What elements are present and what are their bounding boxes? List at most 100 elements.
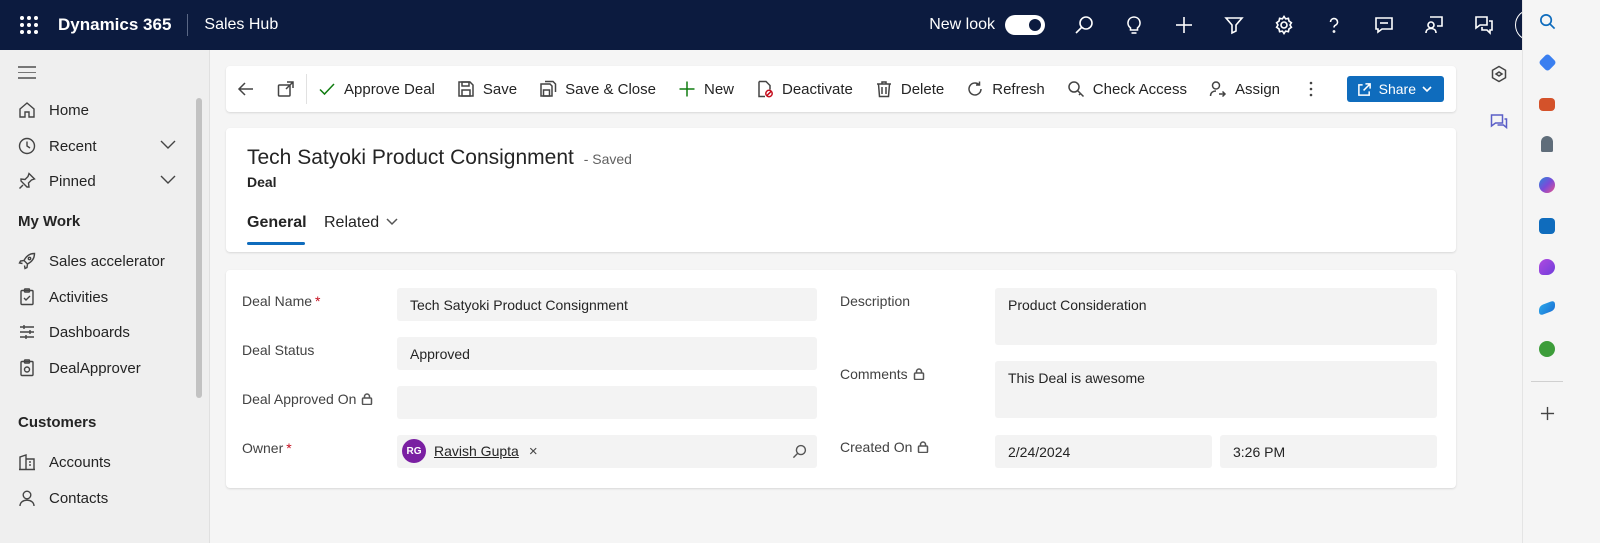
search-button[interactable]	[1059, 0, 1109, 50]
record-title-text: Tech Satyoki Product Consignment	[247, 146, 574, 169]
save-button[interactable]: Save	[446, 66, 528, 112]
chat-bubbles-icon	[1475, 16, 1493, 35]
button-label: Deactivate	[782, 80, 853, 98]
tab-general[interactable]: General	[247, 214, 307, 232]
back-button[interactable]	[226, 66, 266, 112]
conversations-button[interactable]	[1488, 111, 1510, 133]
label-text: Comments	[840, 366, 908, 382]
share-button[interactable]: Share	[1346, 76, 1444, 102]
games-button[interactable]	[1536, 133, 1558, 155]
paper-plane-icon	[1539, 300, 1555, 316]
brand-title[interactable]: Dynamics 365	[58, 14, 189, 36]
nav-item-recent[interactable]: Recent	[0, 129, 195, 163]
owner-lookup-field[interactable]: RG Ravish Gupta ×	[397, 435, 817, 468]
more-commands-button[interactable]	[1291, 66, 1331, 112]
nav-item-sales-accelerator[interactable]: Sales accelerator	[0, 244, 195, 278]
teams-chat-button[interactable]	[1459, 0, 1509, 50]
new-look-toggle[interactable]	[1005, 15, 1045, 35]
nav-item-activities[interactable]: Activities	[0, 280, 195, 314]
open-new-window-button[interactable]	[266, 66, 306, 112]
refresh-button[interactable]: Refresh	[955, 66, 1056, 112]
tag-icon	[1537, 52, 1557, 72]
assistant-button[interactable]	[1409, 0, 1459, 50]
left-navigation: Home Recent Pinned My Work Sales acceler…	[0, 50, 210, 543]
command-bar: Approve Deal Save Save & Close New Deact…	[226, 66, 1456, 112]
deal-approved-on-field[interactable]	[397, 386, 817, 419]
tools-button[interactable]	[1536, 93, 1558, 115]
deal-approved-on-label: Deal Approved On	[242, 391, 373, 407]
nav-item-accounts[interactable]: Accounts	[0, 445, 195, 479]
approve-deal-button[interactable]: Approve Deal	[307, 66, 446, 112]
microsoft-365-icon	[1539, 177, 1555, 193]
owner-chip[interactable]: RG Ravish Gupta ×	[402, 439, 812, 463]
assign-button[interactable]: Assign	[1198, 66, 1291, 112]
settings-button[interactable]	[1259, 0, 1309, 50]
send-button[interactable]	[1536, 297, 1558, 319]
entity-name: Deal	[247, 174, 277, 190]
general-form: Deal Name * Tech Satyoki Product Consignm…	[226, 270, 1456, 488]
help-button[interactable]	[1309, 0, 1359, 50]
search-icon	[1075, 16, 1093, 34]
building-icon	[19, 454, 35, 471]
tab-related[interactable]: Related	[324, 214, 399, 232]
button-label: Check Access	[1092, 80, 1187, 98]
chevron-down-icon	[1422, 86, 1432, 93]
new-button[interactable]: New	[667, 66, 745, 112]
check-access-button[interactable]: Check Access	[1056, 66, 1198, 112]
label-text: Owner	[242, 440, 284, 456]
more-vertical-icon	[1309, 81, 1313, 97]
new-look-label: New look	[929, 16, 995, 33]
deactivate-button[interactable]: Deactivate	[745, 66, 864, 112]
quick-create-button[interactable]	[1159, 0, 1209, 50]
feedback-button[interactable]	[1359, 0, 1409, 50]
designer-button[interactable]	[1536, 256, 1558, 278]
app-launcher-button[interactable]	[0, 0, 58, 50]
comments-field[interactable]: This Deal is awesome	[995, 361, 1437, 418]
search-icon	[1539, 13, 1555, 29]
tab-active-indicator	[247, 242, 305, 245]
nav-item-pinned[interactable]: Pinned	[0, 164, 195, 198]
designer-icon	[1539, 259, 1555, 275]
description-field[interactable]: Product Consideration	[995, 288, 1437, 345]
button-label: Approve Deal	[344, 80, 435, 98]
nav-item-dashboards[interactable]: Dashboards	[0, 315, 195, 349]
save-close-button[interactable]: Save & Close	[528, 66, 667, 112]
deal-status-field[interactable]: Approved	[397, 337, 817, 370]
nav-item-dealapprover[interactable]: DealApprover	[0, 351, 195, 385]
copilot-button[interactable]	[1488, 63, 1510, 85]
microsoft-365-button[interactable]	[1536, 174, 1558, 196]
nav-item-home[interactable]: Home	[0, 93, 195, 127]
ideas-button[interactable]	[1109, 0, 1159, 50]
created-on-time-field[interactable]: 3:26 PM	[1220, 435, 1437, 468]
outlook-button[interactable]	[1536, 215, 1558, 237]
deal-name-field[interactable]: Tech Satyoki Product Consignment	[397, 288, 817, 321]
dashboard-icon	[20, 325, 34, 339]
created-on-date-field[interactable]: 2/24/2024	[995, 435, 1212, 468]
plus-icon	[679, 81, 695, 97]
add-sidebar-app-button[interactable]	[1536, 402, 1558, 424]
chevron-down-icon[interactable]	[159, 135, 177, 157]
nav-item-label: Home	[49, 101, 90, 119]
save-close-icon	[540, 80, 557, 97]
copilot-icon	[1491, 65, 1507, 83]
nav-scrollbar[interactable]	[196, 98, 202, 398]
edge-search-button[interactable]	[1536, 10, 1558, 32]
divider	[1531, 381, 1563, 382]
nav-item-contacts[interactable]: Contacts	[0, 481, 195, 515]
magnifier-key-icon	[1068, 81, 1084, 98]
filter-button[interactable]	[1209, 0, 1259, 50]
delete-button[interactable]: Delete	[864, 66, 955, 112]
nav-item-label: Accounts	[49, 453, 111, 471]
checkmark-icon	[319, 83, 335, 96]
app-name[interactable]: Sales Hub	[188, 16, 278, 34]
chevron-down-icon[interactable]	[159, 170, 177, 192]
lookup-search-icon[interactable]	[792, 444, 807, 462]
chess-piece-icon	[1541, 136, 1553, 152]
button-label: Delete	[900, 80, 945, 98]
owner-name-link[interactable]: Ravish Gupta	[434, 443, 519, 459]
shopping-tag-button[interactable]	[1536, 51, 1558, 73]
hamburger-menu-icon[interactable]	[18, 66, 36, 83]
tree-button[interactable]	[1536, 338, 1558, 360]
created-on-label: Created On	[840, 439, 929, 455]
remove-owner-icon[interactable]: ×	[529, 443, 538, 460]
